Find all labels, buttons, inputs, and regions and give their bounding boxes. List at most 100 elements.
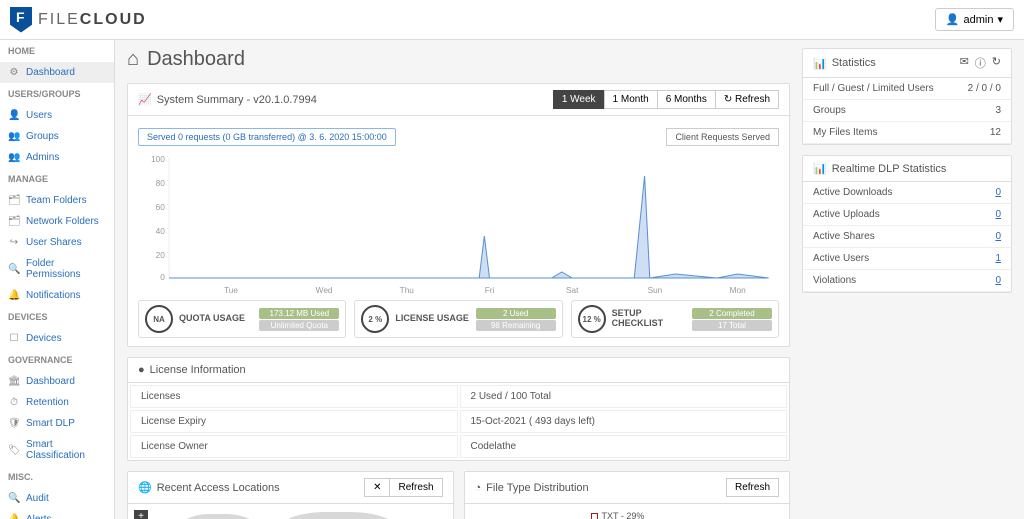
gauge-badge: 98 Remaining <box>476 320 556 331</box>
tab-1month[interactable]: 1 Month <box>604 90 658 109</box>
sidebar-item-audit[interactable]: 🔍 Audit <box>0 488 114 509</box>
svg-text:Sat: Sat <box>566 286 579 295</box>
sidebar-header: USERS/GROUPS <box>0 83 114 105</box>
stat-key: My Files Items <box>813 127 877 138</box>
sidebar-item-icon: 🔔 <box>8 290 20 301</box>
sidebar-item-folder-permissions[interactable]: 🔍 Folder Permissions <box>0 253 114 285</box>
sidebar-item-icon: 🔍 <box>8 493 20 504</box>
stat-row: Active Downloads0 <box>803 182 1011 204</box>
gauge-license-usage: 2 %LICENSE USAGE2 Used98 Remaining <box>354 300 562 338</box>
statistics-panel: 📊Statistics ✉ ⓘ ↻ Full / Guest / Limited… <box>802 48 1012 145</box>
sidebar-item-smart-dlp[interactable]: 🛡Smart DLP <box>0 413 114 434</box>
sidebar-item-user-shares[interactable]: ↪User Shares <box>0 232 114 253</box>
access-title: Recent Access Locations <box>157 482 280 494</box>
stat-key: Active Users <box>813 253 869 264</box>
pie-icon: ◔ <box>475 482 482 494</box>
license-value: Codelathe <box>460 435 788 458</box>
sidebar-header: MANAGE <box>0 168 114 190</box>
summary-tabs: 1 Week 1 Month 6 Months ↻ Refresh <box>554 90 779 109</box>
sidebar-item-network-folders[interactable]: 🗂Network Folders <box>0 211 114 232</box>
filetype-title: File Type Distribution <box>486 482 589 494</box>
sidebar-header: DEVICES <box>0 306 114 328</box>
sidebar-item-icon: 🔍 <box>8 264 20 275</box>
sidebar-item-label: Users <box>26 110 52 121</box>
sidebar-item-label: Smart Classification <box>26 439 106 461</box>
stat-value[interactable]: 1 <box>995 253 1001 264</box>
license-info-panel: ●License Information Licenses2 Used / 10… <box>127 357 790 461</box>
sidebar-item-users[interactable]: 👤 Users <box>0 105 114 126</box>
svg-text:Thu: Thu <box>400 286 414 295</box>
gauge-badge: 2 Completed <box>692 308 772 319</box>
stat-row: Active Users 1 <box>803 248 1011 270</box>
stat-value[interactable]: 0 <box>995 275 1001 286</box>
stat-value[interactable]: 0 <box>995 209 1001 220</box>
sidebar-item-alerts[interactable]: 🔔Alerts <box>0 509 114 519</box>
gauge-title: SETUP CHECKLIST <box>612 308 686 328</box>
svg-text:Fri: Fri <box>485 286 495 295</box>
served-requests-badge: Served 0 requests (0 GB transferred) @ 3… <box>138 128 396 146</box>
sidebar-header: MISC. <box>0 466 114 488</box>
sidebar-item-icon: 🏛 <box>8 376 20 387</box>
sidebar-item-label: Alerts <box>26 514 52 519</box>
gauge-badge: 173.12 MB Used <box>259 308 339 319</box>
sidebar-item-label: Team Folders <box>26 195 87 206</box>
sidebar-item-icon: 🛡 <box>8 418 20 429</box>
svg-text:Mon: Mon <box>730 286 746 295</box>
access-close-button[interactable]: ✕ <box>364 478 390 497</box>
sidebar-item-smart-classification[interactable]: 🏷 Smart Classification <box>0 434 114 466</box>
filetype-refresh-button[interactable]: Refresh <box>726 478 779 497</box>
sidebar-item-icon: 👤 <box>8 110 20 121</box>
stat-key: Violations <box>813 275 856 286</box>
sidebar-item-devices[interactable]: ☐Devices <box>0 328 114 349</box>
tab-6months[interactable]: 6 Months <box>657 90 716 109</box>
svg-text:0: 0 <box>160 273 165 282</box>
sidebar-item-icon: 👥 <box>8 131 20 142</box>
stat-value[interactable]: 0 <box>995 231 1001 242</box>
gauge-badge: 17 Total <box>692 320 772 331</box>
tab-1week[interactable]: 1 Week <box>553 90 605 109</box>
sidebar-item-admins[interactable]: 👥Admins <box>0 147 114 168</box>
access-refresh-button[interactable]: Refresh <box>389 478 442 497</box>
map-zoom-in-button[interactable]: + <box>134 510 148 519</box>
sidebar-item-notifications[interactable]: 🔔Notifications <box>0 285 114 306</box>
logo-thin: FILE <box>38 11 80 28</box>
gauge-value: 2 % <box>361 305 389 333</box>
sidebar-item-dashboard[interactable]: ⚙Dashboard <box>0 62 114 83</box>
sidebar-item-dashboard[interactable]: 🏛Dashboard <box>0 371 114 392</box>
user-icon: 👤 <box>946 13 960 26</box>
license-key: Licenses <box>130 385 458 408</box>
logo-text: FILECLOUD <box>38 11 147 29</box>
client-requests-link[interactable]: Client Requests Served <box>666 128 779 146</box>
world-map[interactable]: + − <box>128 504 453 519</box>
license-key: License Expiry <box>130 410 458 433</box>
logo: FILECLOUD <box>10 7 147 33</box>
stat-row: Groups3 <box>803 100 1011 122</box>
sidebar-item-label: Audit <box>26 493 49 504</box>
access-locations-panel: 🌐Recent Access Locations ✕ Refresh + − <box>127 471 454 519</box>
requests-chart: 100806040200 TueWedThuFriSatSunMon <box>138 148 779 298</box>
bar-chart-icon: 📊 <box>813 57 827 70</box>
sidebar-item-label: Admins <box>26 152 59 163</box>
sidebar-item-icon: 🏷 <box>8 445 20 456</box>
filetype-legend: TXT - 29%PNG - 29%MP4 - 7%MP3 - 7%XLSX -… <box>591 510 648 519</box>
stat-value[interactable]: 0 <box>995 187 1001 198</box>
refresh-icon[interactable]: ↻ <box>992 55 1001 71</box>
sidebar-item-label: Folder Permissions <box>26 258 106 280</box>
sidebar-item-label: Groups <box>26 131 59 142</box>
summary-refresh-button[interactable]: ↻ Refresh <box>715 90 779 109</box>
gauge-value: 12 % <box>578 305 606 333</box>
sidebar-item-icon: ☐ <box>8 333 20 344</box>
user-menu-button[interactable]: 👤 admin ▾ <box>935 8 1014 31</box>
mail-icon[interactable]: ✉ <box>960 55 969 71</box>
stats-title: Statistics <box>832 57 876 69</box>
sidebar-item-groups[interactable]: 👥 Groups <box>0 126 114 147</box>
info-icon[interactable]: ⓘ <box>975 55 986 71</box>
gauge-quota-usage: NAQUOTA USAGE173.12 MB UsedUnlimited Quo… <box>138 300 346 338</box>
sidebar: HOME⚙DashboardUSERS/GROUPS👤Users👥Groups👥… <box>0 40 115 519</box>
gauge-badge: Unlimited Quota <box>259 320 339 331</box>
sidebar-item-retention[interactable]: ⏱Retention <box>0 392 114 413</box>
topbar: FILECLOUD 👤 admin ▾ <box>0 0 1024 40</box>
sidebar-item-team-folders[interactable]: 🗂Team Folders <box>0 190 114 211</box>
stat-value: 2 / 0 / 0 <box>968 83 1001 94</box>
svg-text:80: 80 <box>156 179 166 188</box>
